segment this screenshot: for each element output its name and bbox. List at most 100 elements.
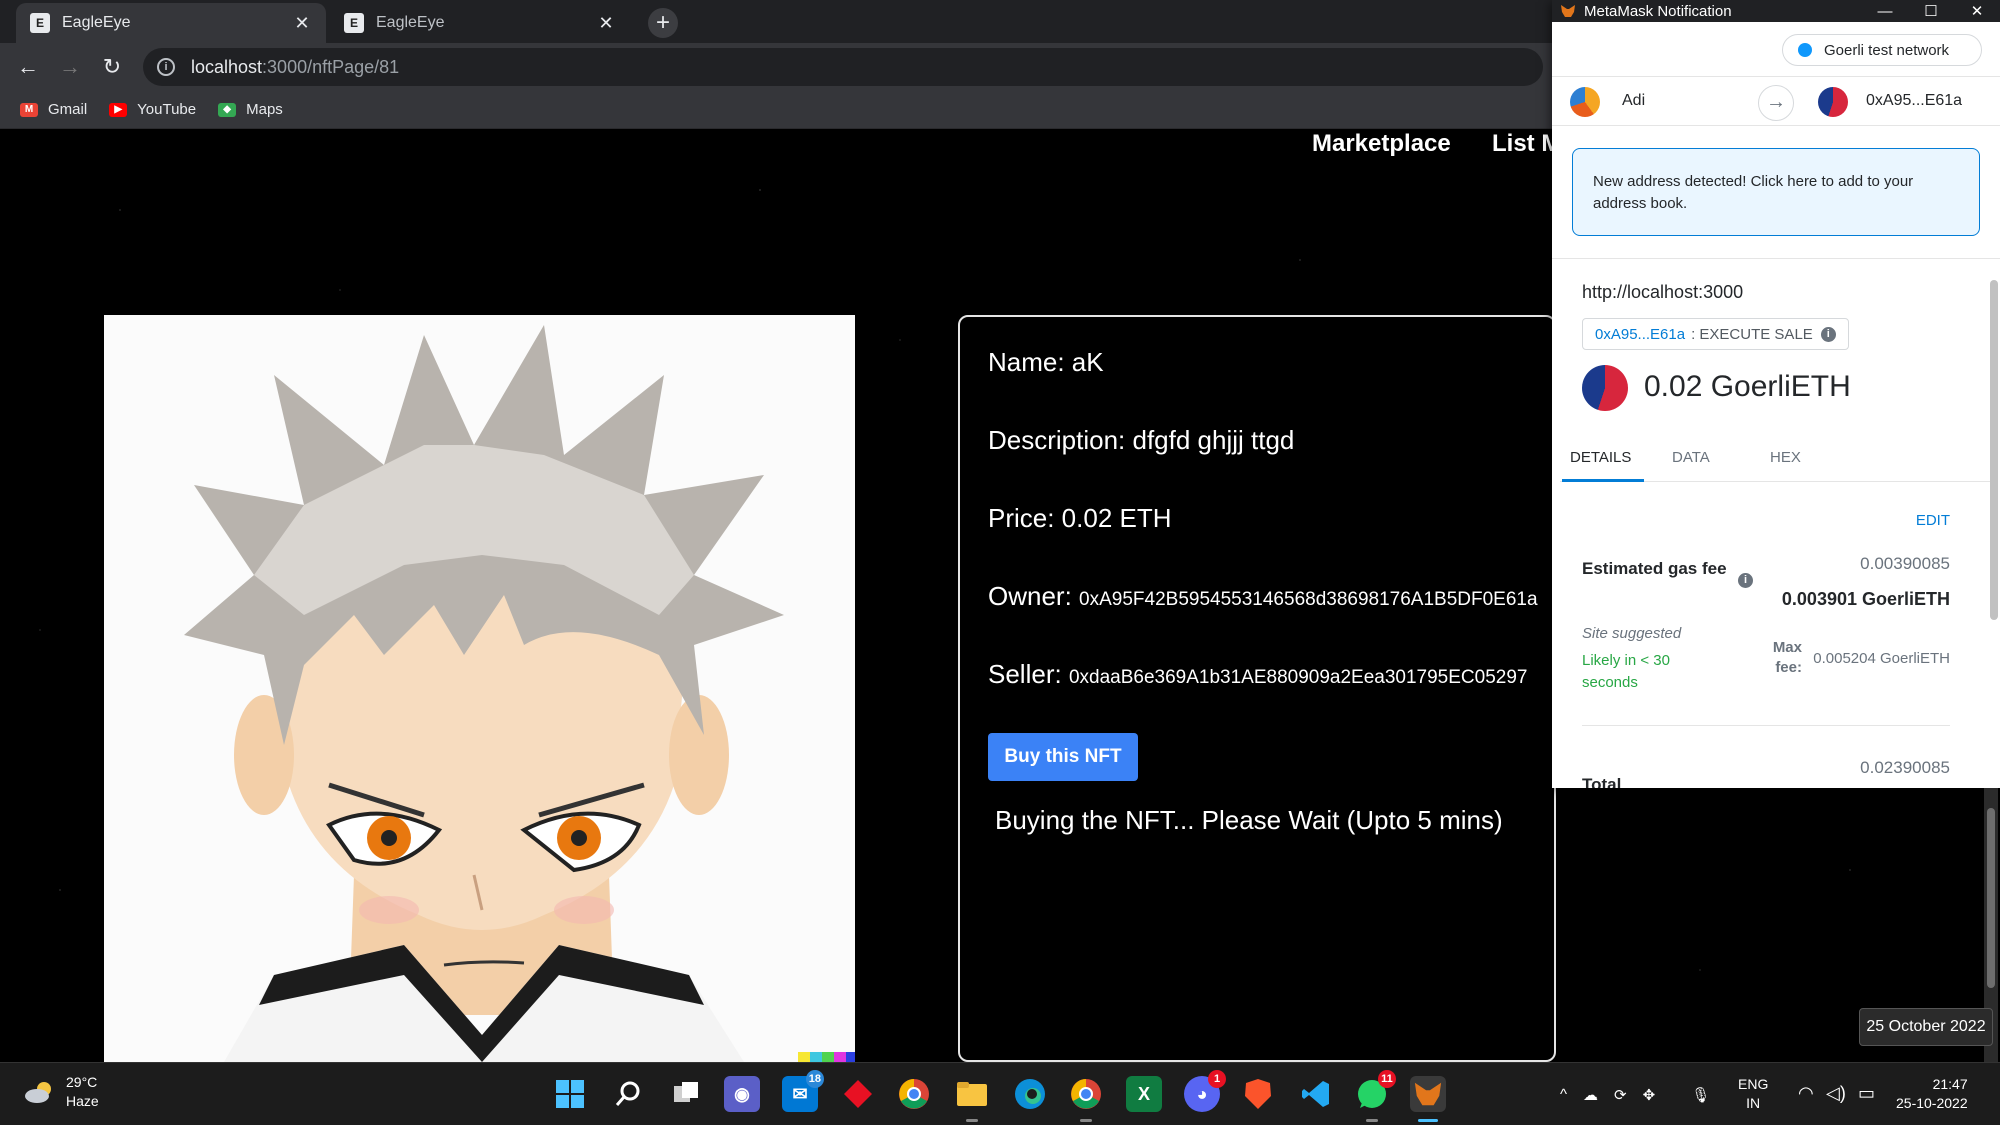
owner-label: Owner:: [988, 581, 1072, 611]
file-explorer-icon[interactable]: [954, 1076, 990, 1122]
microphone-icon[interactable]: 🎙: [1691, 1086, 1710, 1104]
method-name: : EXECUTE SALE: [1691, 325, 1813, 343]
metamask-titlebar: MetaMask Notification — ☐ ✕: [1552, 0, 2000, 22]
nav-marketplace-link[interactable]: Marketplace: [1312, 130, 1451, 158]
edit-gas-link[interactable]: EDIT: [1916, 512, 1950, 529]
brave-icon[interactable]: [1240, 1076, 1276, 1112]
close-tab-icon[interactable]: ✕: [292, 13, 312, 34]
tab-hex[interactable]: HEX: [1770, 449, 1801, 466]
contract-address-link[interactable]: 0xA95...E61a: [1595, 326, 1685, 343]
chrome-logo-icon: [1071, 1079, 1101, 1109]
volume-icon[interactable]: ◁): [1826, 1083, 1846, 1104]
divider: [1582, 725, 1950, 726]
edge-icon[interactable]: [1012, 1076, 1048, 1112]
minimize-button[interactable]: —: [1862, 3, 1908, 20]
search-button[interactable]: [610, 1076, 646, 1112]
divider: [1552, 258, 2000, 259]
site-suggested-label: Site suggested: [1582, 625, 1682, 642]
site-info-icon[interactable]: i: [157, 58, 175, 76]
dropbox-icon[interactable]: ✥: [1643, 1086, 1656, 1104]
chrome-profile-icon[interactable]: [1068, 1076, 1104, 1122]
contract-method-pill: 0xA95...E61a : EXECUTE SALE i: [1582, 318, 1849, 350]
nft-details-panel: Name: aK Description: dfgfd ghjjj ttgd P…: [958, 315, 1556, 1062]
discord-icon[interactable]: ◕ 1: [1184, 1070, 1226, 1112]
max-fee-value: 0.005204 GoerliETH: [1813, 650, 1950, 667]
gas-info-icon[interactable]: i: [1738, 573, 1753, 588]
language-code: ENG: [1738, 1076, 1769, 1092]
amount-avatar: [1582, 365, 1628, 411]
bookmark-gmail[interactable]: M Gmail: [20, 101, 87, 118]
start-button[interactable]: [552, 1076, 588, 1112]
metamask-scrollbar[interactable]: [1988, 270, 1998, 770]
task-view-button[interactable]: [668, 1076, 704, 1112]
tab-details[interactable]: DETAILS: [1570, 449, 1631, 466]
tab-eagleeye-active[interactable]: E EagleEye ✕: [16, 3, 326, 43]
task-view-icon: [674, 1082, 698, 1102]
network-selector[interactable]: Goerli test network: [1782, 34, 1982, 66]
total-label: Total: [1582, 775, 1622, 788]
whatsapp-icon[interactable]: 11: [1354, 1070, 1396, 1122]
app-red-diamond-icon[interactable]: [840, 1076, 876, 1112]
estimated-gas-fee-label: Estimated gas fee: [1582, 559, 1727, 578]
address-bar[interactable]: i localhost:3000/nftPage/81: [143, 48, 1543, 86]
bookmark-youtube[interactable]: ▶ YouTube: [109, 101, 196, 118]
buy-nft-button[interactable]: Buy this NFT: [988, 733, 1138, 781]
maximize-button[interactable]: ☐: [1908, 2, 1954, 20]
owner-address: 0xA95F42B5954553146568d38698176A1B5DF0E6…: [1079, 589, 1538, 610]
battery-icon[interactable]: ▭: [1858, 1083, 1875, 1104]
arrow-right-icon: →: [1758, 85, 1794, 121]
tab-eagleeye-inactive[interactable]: E EagleEye ✕: [330, 3, 630, 43]
language-region: IN: [1746, 1095, 1761, 1111]
screen: E EagleEye ✕ E EagleEye ✕ + ← → ↻ i loca…: [0, 0, 2000, 1125]
gas-fee-eth: 0.003901 GoerliETH: [1781, 589, 1950, 609]
reload-button[interactable]: ↻: [98, 53, 126, 81]
mail-icon[interactable]: ✉ 18: [782, 1070, 824, 1112]
discord-badge: 1: [1208, 1070, 1226, 1088]
metamask-tabs: DETAILS DATA HEX: [1560, 440, 1990, 482]
active-tab-indicator: [1562, 479, 1644, 482]
scroll-thumb[interactable]: [1990, 280, 1998, 620]
account-transfer-row: Adi → 0xA95...E61a: [1552, 76, 2000, 126]
metamask-taskbar-icon[interactable]: [1410, 1076, 1446, 1122]
forward-button[interactable]: →: [56, 53, 84, 81]
to-account-address[interactable]: 0xA95...E61a: [1866, 92, 1962, 110]
onedrive-icon[interactable]: ☁: [1583, 1086, 1598, 1104]
edge-logo-icon: [1015, 1079, 1045, 1109]
new-address-alert[interactable]: New address detected! Click here to add …: [1572, 148, 1980, 236]
excel-icon[interactable]: X: [1126, 1076, 1162, 1112]
close-tab-icon[interactable]: ✕: [596, 13, 616, 34]
haze-weather-icon: [25, 1082, 51, 1103]
windows-logo-icon: [556, 1080, 584, 1108]
wifi-icon[interactable]: ◠: [1798, 1083, 1814, 1104]
system-clock[interactable]: 21:47 25-10-2022: [1896, 1075, 1968, 1113]
youtube-icon: ▶: [109, 102, 128, 117]
nft-seller: Seller: 0xdaaB6e369A1b31AE880909a2Eea301…: [988, 659, 1527, 690]
url-path: :3000/nftPage/81: [262, 56, 400, 77]
teams-chat-icon[interactable]: ◉: [724, 1076, 760, 1112]
sync-icon[interactable]: ⟳: [1614, 1086, 1627, 1104]
nft-name: Name: aK: [988, 347, 1104, 377]
new-tab-button[interactable]: +: [648, 8, 678, 38]
from-account-avatar: [1570, 87, 1600, 117]
nft-artwork: [104, 315, 855, 1062]
gas-fee-value: 0.00390085: [1860, 554, 1950, 573]
language-indicator[interactable]: ENG IN: [1738, 1075, 1768, 1113]
active-indicator: [1418, 1119, 1438, 1122]
chrome-logo-icon: [899, 1079, 929, 1109]
from-account-name: Adi: [1622, 92, 1646, 109]
info-icon[interactable]: i: [1820, 326, 1836, 342]
nft-price: Price: 0.02 ETH: [988, 503, 1172, 533]
scroll-thumb[interactable]: [1987, 808, 1995, 988]
chrome-icon[interactable]: [896, 1076, 932, 1112]
back-button[interactable]: ←: [14, 53, 42, 81]
weather-widget[interactable]: 29°C Haze: [24, 1073, 99, 1111]
close-window-button[interactable]: ✕: [1954, 2, 2000, 20]
bookmark-maps[interactable]: ◆ Maps: [218, 101, 283, 118]
tab-data[interactable]: DATA: [1672, 449, 1710, 466]
seller-label: Seller:: [988, 659, 1062, 689]
chevron-up-icon[interactable]: ^: [1560, 1086, 1567, 1103]
folder-icon: [957, 1082, 987, 1106]
network-name: Goerli test network: [1824, 41, 1950, 59]
nav-list-link[interactable]: List M: [1492, 130, 1561, 158]
vscode-icon[interactable]: [1298, 1076, 1334, 1112]
